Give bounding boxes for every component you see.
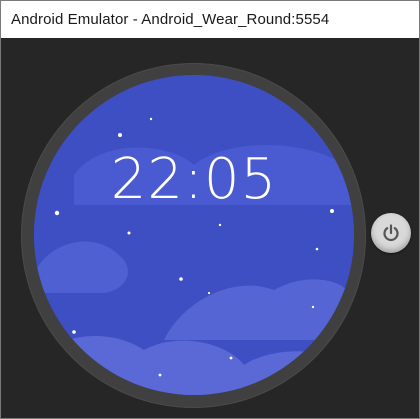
watch-time: 22:05 bbox=[110, 147, 278, 212]
power-icon bbox=[383, 224, 399, 242]
lightning-bolt-icon bbox=[37, 76, 47, 94]
emulator-window: Android Emulator - Android_Wear_Round:55… bbox=[0, 0, 420, 419]
watch-face[interactable]: 22:05 bbox=[34, 75, 354, 395]
power-button[interactable] bbox=[371, 213, 411, 253]
watch-face-background bbox=[34, 75, 354, 395]
emulator-display: 22:05 bbox=[1, 38, 419, 418]
title-bar[interactable]: Android Emulator - Android_Wear_Round:55… bbox=[1, 1, 419, 38]
window-title: Android Emulator - Android_Wear_Round:55… bbox=[11, 11, 330, 28]
